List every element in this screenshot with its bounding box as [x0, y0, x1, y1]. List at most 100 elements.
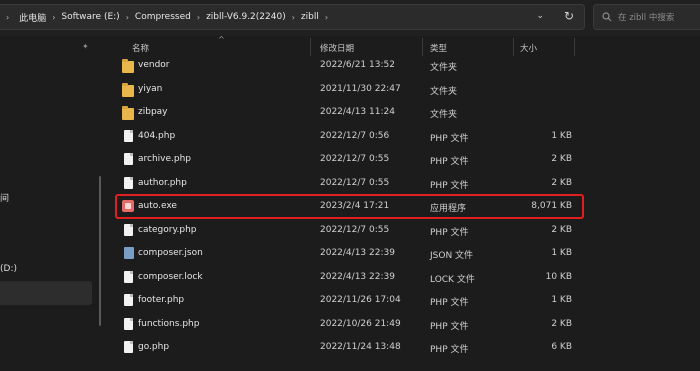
chevron-right-icon[interactable]: ›	[292, 13, 295, 22]
chevron-right-icon[interactable]: ›	[52, 13, 55, 22]
file-size: 6 KB	[551, 342, 572, 352]
file-row[interactable]: auto.exe 2023/2/4 17:21 应用程序 8,071 KB	[118, 195, 588, 218]
file-icon	[124, 129, 133, 142]
nav-selected-item[interactable]	[0, 281, 92, 305]
navigation-pane: 间 (D:) ✦	[0, 36, 101, 371]
file-name: author.php	[138, 177, 187, 188]
file-type: PHP 文件	[430, 298, 469, 308]
chevron-down-icon[interactable]: ⌄	[536, 11, 544, 21]
file-date: 2022/12/7 0:55	[320, 154, 390, 164]
breadcrumb-zibll-version[interactable]: zibll-V6.9.2(2240)	[206, 12, 286, 22]
search-icon	[602, 12, 612, 22]
folder-icon	[122, 106, 134, 120]
file-size: 2 KB	[551, 154, 572, 164]
file-row[interactable]: category.php 2022/12/7 0:55 PHP 文件 2 KB	[118, 219, 588, 242]
file-name: auto.exe	[138, 201, 177, 211]
file-type: 应用程序	[430, 204, 467, 214]
file-icon	[124, 153, 133, 165]
chevron-right-icon[interactable]: ›	[325, 13, 328, 22]
file-type: PHP 文件	[430, 133, 469, 144]
file-type: 文件夹	[430, 110, 458, 120]
file-icon	[124, 294, 133, 306]
file-name: vendor	[138, 60, 170, 70]
file-row[interactable]: zibpay 2022/4/13 11:24 文件夹	[118, 101, 588, 124]
file-row[interactable]: vendor 2022/6/21 13:52 文件夹	[118, 54, 588, 77]
file-row[interactable]: go.php 2022/11/24 13:48 PHP 文件 6 KB	[118, 336, 588, 359]
folder-icon	[122, 59, 134, 73]
search-box[interactable]: 在 zibll 中搜索	[593, 4, 700, 30]
file-size: 1 KB	[551, 248, 572, 258]
file-name: 404.php	[138, 130, 176, 141]
file-size: 10 KB	[545, 271, 572, 282]
file-type: PHP 文件	[430, 180, 469, 191]
nav-item-drive-d[interactable]: (D:)	[0, 264, 17, 274]
breadcrumb-this-pc[interactable]: 此电脑	[19, 11, 46, 24]
search-input[interactable]: 在 zibll 中搜索	[618, 11, 674, 23]
file-type: PHP 文件	[430, 227, 469, 238]
file-type: PHP 文件	[430, 321, 469, 332]
file-type: 文件夹	[430, 63, 458, 73]
file-name: footer.php	[138, 295, 185, 305]
column-name[interactable]: 名称	[132, 42, 149, 54]
sort-up-icon: ^	[218, 35, 225, 44]
file-date: 2022/11/26 17:04	[320, 295, 401, 305]
json-icon	[124, 247, 134, 259]
file-row[interactable]: yiyan 2021/11/30 22:47 文件夹	[118, 78, 588, 101]
file-row[interactable]: author.php 2022/12/7 0:55 PHP 文件 2 KB	[118, 172, 588, 195]
file-date: 2022/12/7 0:56	[320, 130, 390, 141]
file-name: functions.php	[138, 318, 200, 329]
file-date: 2022/6/21 13:52	[320, 60, 395, 70]
file-type: JSON 文件	[430, 251, 474, 261]
file-date: 2022/4/13 11:24	[320, 107, 395, 117]
file-size: 1 KB	[551, 130, 572, 141]
file-row[interactable]: composer.json 2022/4/13 22:39 JSON 文件 1 KB	[118, 242, 588, 265]
file-type: 文件夹	[430, 86, 458, 97]
column-date[interactable]: 修改日期	[320, 42, 354, 54]
file-icon	[124, 317, 133, 330]
file-icon	[124, 270, 133, 283]
file-name: zibpay	[138, 107, 168, 117]
file-date: 2022/4/13 22:39	[320, 248, 395, 258]
file-type: PHP 文件	[430, 345, 469, 355]
refresh-icon[interactable]: ↻	[564, 9, 574, 23]
file-size: 1 KB	[551, 295, 572, 305]
folder-icon	[122, 82, 134, 97]
file-icon	[124, 341, 133, 353]
chevron-right-icon[interactable]: ›	[126, 13, 129, 22]
nav-item-fragment[interactable]: 间	[0, 191, 9, 204]
column-type[interactable]: 类型	[430, 42, 447, 54]
file-icon	[124, 223, 133, 236]
breadcrumb-compressed[interactable]: Compressed	[135, 12, 191, 22]
file-name: yiyan	[138, 83, 163, 94]
file-name: composer.lock	[138, 271, 203, 282]
file-name: category.php	[138, 224, 197, 235]
file-row[interactable]: composer.lock 2022/4/13 22:39 LOCK 文件 10 KB	[118, 266, 588, 289]
chevron-right-icon[interactable]: ›	[197, 13, 200, 22]
file-row[interactable]: 404.php 2022/12/7 0:56 PHP 文件 1 KB	[118, 125, 588, 148]
column-size[interactable]: 大小	[520, 42, 537, 54]
file-date: 2021/11/30 22:47	[320, 83, 401, 94]
file-date: 2022/4/13 22:39	[320, 271, 395, 282]
file-size: 2 KB	[551, 318, 572, 329]
nav-scrollbar[interactable]	[99, 176, 101, 326]
breadcrumb-drive[interactable]: Software (E:)	[61, 12, 119, 22]
file-name: go.php	[138, 342, 170, 352]
file-row[interactable]: functions.php 2022/10/26 21:49 PHP 文件 2 KB	[118, 313, 588, 336]
exe-icon	[122, 200, 134, 212]
file-date: 2022/12/7 0:55	[320, 224, 390, 235]
pin-icon[interactable]: ✦	[82, 42, 89, 51]
file-size: 2 KB	[551, 224, 572, 235]
file-date: 2022/11/24 13:48	[320, 342, 401, 352]
file-date: 2022/10/26 21:49	[320, 318, 401, 329]
file-type: LOCK 文件	[430, 274, 475, 285]
breadcrumb-zibll[interactable]: zibll	[301, 12, 319, 22]
file-type: PHP 文件	[430, 157, 469, 167]
file-name: composer.json	[138, 248, 203, 258]
file-size: 2 KB	[551, 177, 572, 188]
file-name: archive.php	[138, 154, 192, 164]
chevron-right-icon[interactable]: ›	[6, 13, 9, 22]
address-bar[interactable]: › 此电脑 › Software (E:) › Compressed › zib…	[0, 4, 585, 30]
file-row[interactable]: footer.php 2022/11/26 17:04 PHP 文件 1 KB	[118, 289, 588, 312]
file-icon	[124, 176, 133, 189]
file-row[interactable]: archive.php 2022/12/7 0:55 PHP 文件 2 KB	[118, 148, 588, 171]
